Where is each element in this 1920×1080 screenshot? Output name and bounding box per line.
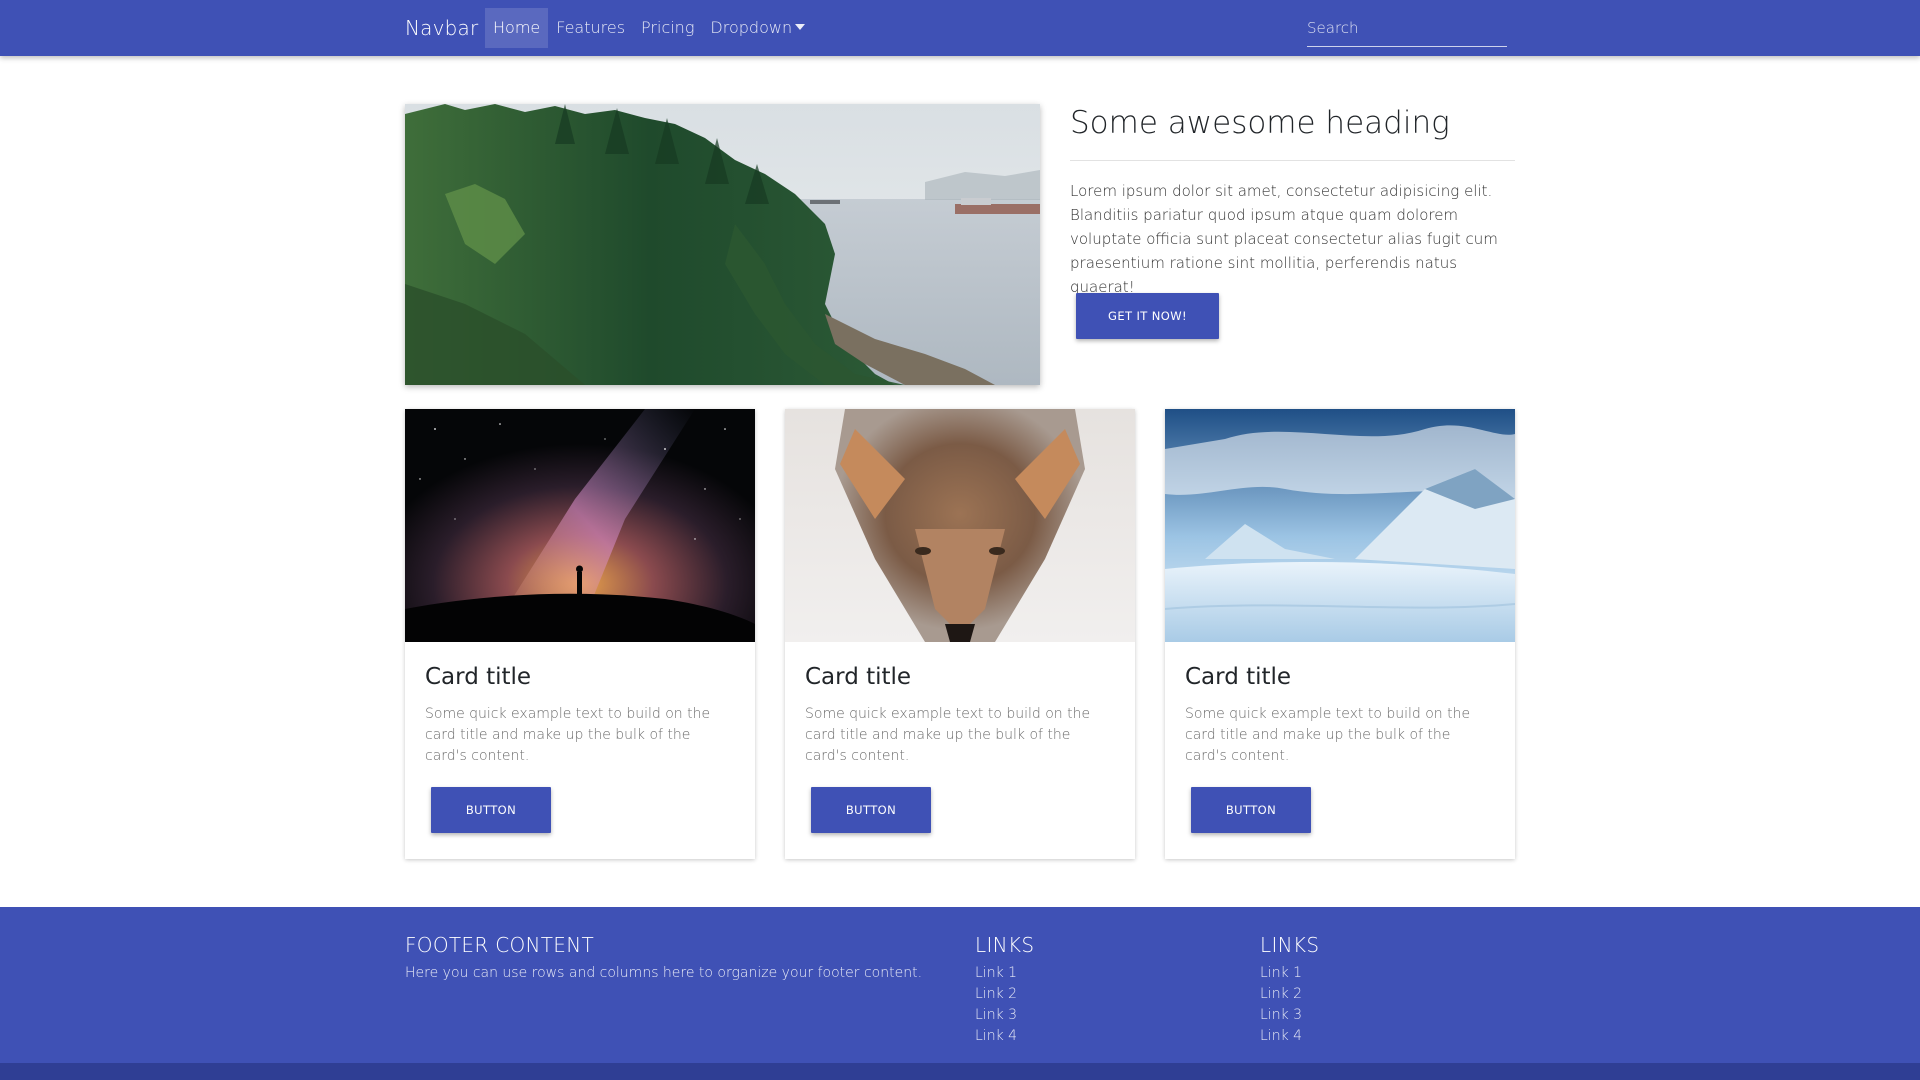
footer-links-heading: LINKS <box>975 933 1035 957</box>
card-button[interactable]: BUTTON <box>431 787 551 833</box>
footer-content-heading: FOOTER CONTENT <box>405 933 594 957</box>
nav-item-features[interactable]: Features <box>548 8 633 48</box>
footer-link[interactable]: Link 4 <box>975 1026 1225 1047</box>
card-title: Card title <box>425 664 532 690</box>
footer-link[interactable]: Link 1 <box>1260 963 1510 984</box>
search-input[interactable] <box>1307 10 1507 47</box>
footer: FOOTER CONTENT Here you can use rows and… <box>0 907 1920 1080</box>
navbar-brand[interactable]: Navbar <box>405 0 478 56</box>
card-text: Some quick example text to build on the … <box>1185 706 1471 764</box>
footer-links-list: Link 1 Link 2 Link 3 Link 4 <box>1260 963 1510 1047</box>
caret-down-icon <box>795 24 806 30</box>
footer-links-list: Link 1 Link 2 Link 3 Link 4 <box>975 963 1225 1047</box>
navbar: Navbar Home Features Pricing Dropdown <box>0 0 1920 56</box>
footer-content-text: Here you can use rows and columns here t… <box>405 965 923 981</box>
footer-link[interactable]: Link 2 <box>975 984 1225 1005</box>
card-title: Card title <box>1185 664 1292 690</box>
hero-image <box>405 104 1040 385</box>
footer-links-column: LINKS Link 1 Link 2 Link 3 Link 4 <box>975 931 1225 1047</box>
hero-heading: Some awesome heading <box>1070 105 1450 141</box>
hero-text-block: Some awesome heading Lorem ipsum dolor s… <box>1070 104 1515 339</box>
card: Card title Some quick example text to bu… <box>1165 409 1515 859</box>
get-it-now-button[interactable]: GET IT NOW! <box>1076 293 1219 339</box>
card-title: Card title <box>805 664 912 690</box>
nav-links: Home Features Pricing Dropdown <box>485 8 813 48</box>
footer-link[interactable]: Link 3 <box>1260 1005 1510 1026</box>
hero-paragraph: Lorem ipsum dolor sit amet, consectetur … <box>1070 182 1498 296</box>
card-button[interactable]: BUTTON <box>811 787 931 833</box>
nav-item-home[interactable]: Home <box>485 8 549 48</box>
footer-link[interactable]: Link 4 <box>1260 1026 1510 1047</box>
card: Card title Some quick example text to bu… <box>405 409 755 859</box>
hero-divider <box>1070 160 1515 161</box>
card-body: Card title Some quick example text to bu… <box>785 662 1135 767</box>
footer-bottom-bar <box>0 1063 1920 1080</box>
navbar-container: Navbar Home Features Pricing Dropdown <box>405 0 1515 56</box>
footer-links-heading: LINKS <box>1260 933 1320 957</box>
card-body: Card title Some quick example text to bu… <box>405 662 755 767</box>
card-image-snowy-mountain <box>1165 409 1515 642</box>
footer-links-column: LINKS Link 1 Link 2 Link 3 Link 4 <box>1260 931 1510 1047</box>
card: Card title Some quick example text to bu… <box>785 409 1135 859</box>
footer-link[interactable]: Link 3 <box>975 1005 1225 1026</box>
nav-dropdown-label: Dropdown <box>710 18 793 37</box>
card-text: Some quick example text to build on the … <box>805 706 1091 764</box>
footer-link[interactable]: Link 2 <box>1260 984 1510 1005</box>
card-body: Card title Some quick example text to bu… <box>1165 662 1515 767</box>
footer-link[interactable]: Link 1 <box>975 963 1225 984</box>
nav-item-pricing[interactable]: Pricing <box>633 8 702 48</box>
footer-content-column: FOOTER CONTENT Here you can use rows and… <box>405 931 945 984</box>
card-image-milky-way <box>405 409 755 642</box>
card-image-coyote <box>785 409 1135 642</box>
card-text: Some quick example text to build on the … <box>425 706 711 764</box>
card-button[interactable]: BUTTON <box>1191 787 1311 833</box>
nav-item-dropdown[interactable]: Dropdown <box>702 8 813 48</box>
